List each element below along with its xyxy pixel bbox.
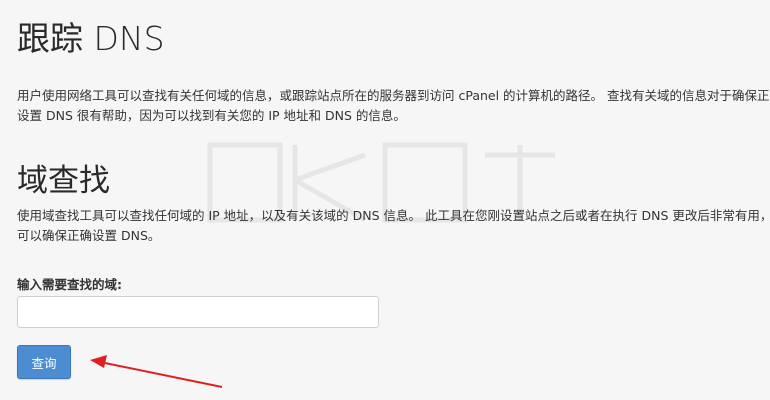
red-arrow-annotation — [90, 355, 223, 388]
page-title: 跟踪 DNS — [17, 19, 165, 58]
domain-input[interactable] — [17, 296, 379, 328]
page-description: 用户使用网络工具可以查找有关任何域的信息，或跟踪站点所在的服务器到访问 cPan… — [17, 88, 770, 123]
domain-lookup-description: 使用域查找工具可以查找任何域的 IP 地址，以及有关该域的 DNS 信息。 此工… — [17, 208, 770, 243]
domain-lookup-title: 域查找 — [17, 163, 110, 199]
domain-field-label: 输入需要查找的域: — [17, 277, 122, 292]
lookup-button[interactable]: 查询 — [17, 345, 71, 379]
